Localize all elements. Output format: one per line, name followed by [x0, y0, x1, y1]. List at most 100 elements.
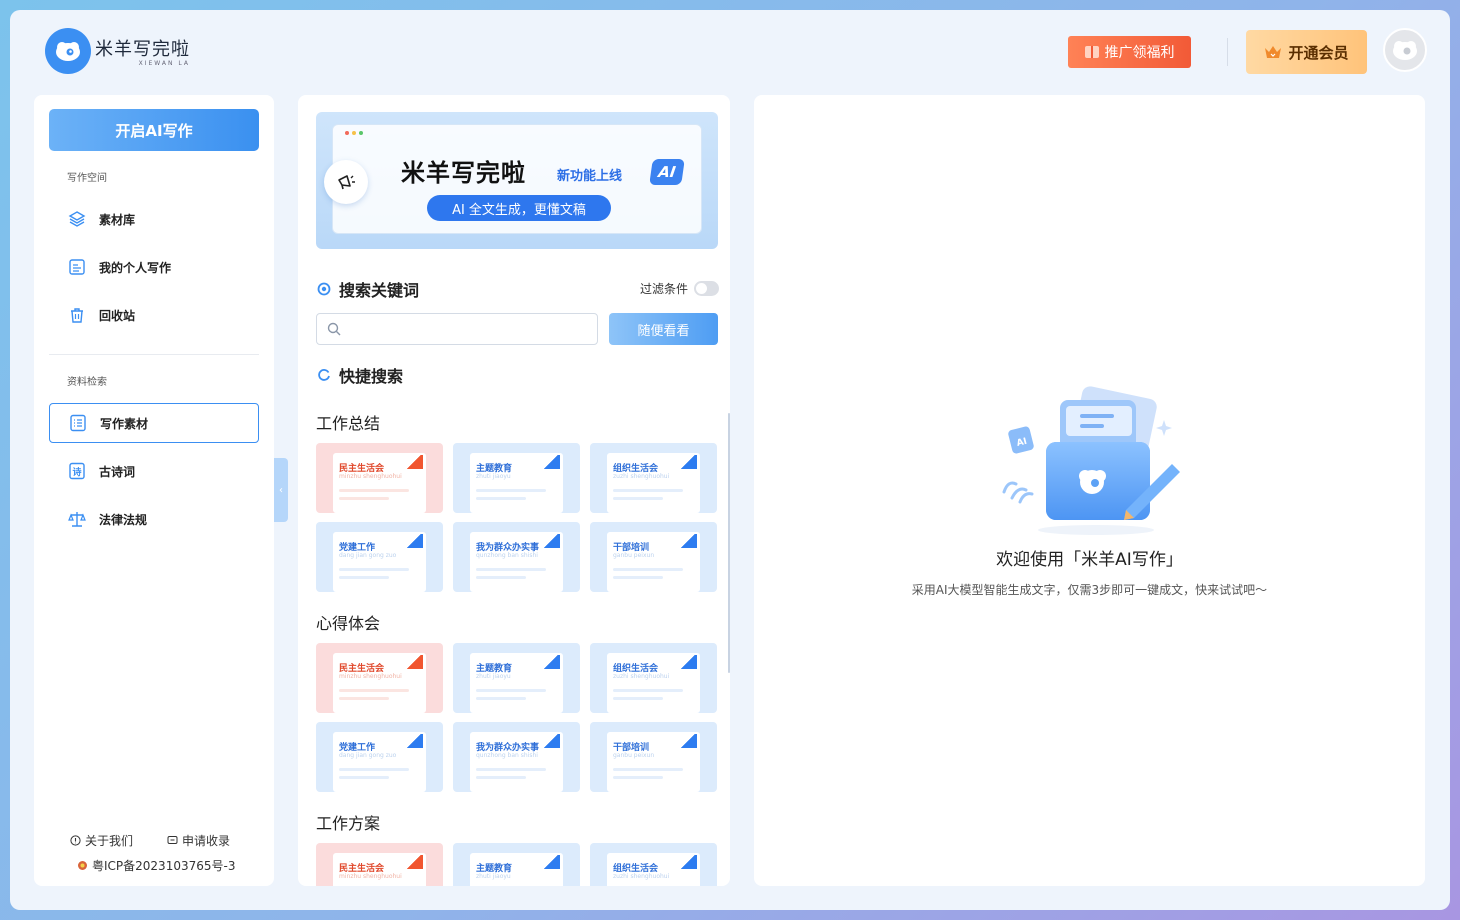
- card-line: [339, 776, 389, 779]
- sidebar-item-label: 回收站: [99, 308, 136, 323]
- logo-title: 米羊写完啦: [95, 39, 190, 60]
- apply-inclusion-label: 申请收录: [182, 834, 231, 848]
- card-pinyin: dang jian gong zuo: [339, 552, 397, 559]
- template-card[interactable]: 主题教育 zhuti jiaoyu: [453, 843, 580, 886]
- search-icon: [327, 322, 341, 336]
- card-line: [476, 568, 546, 571]
- template-card[interactable]: 我为群众办实事 qunzhong ban shishi: [453, 722, 580, 792]
- template-card[interactable]: 主题教育 zhuti jiaoyu: [453, 443, 580, 513]
- banner-new-feature: 新功能上线: [557, 169, 623, 184]
- template-card[interactable]: 组织生活会 zuzhi shenghuohui: [590, 843, 717, 886]
- start-ai-writing-button[interactable]: 开启AI写作: [49, 109, 259, 151]
- card-line: [339, 489, 409, 492]
- promo-button[interactable]: 推广领福利: [1068, 36, 1191, 68]
- search-keyword-heading: 搜索关键词: [317, 277, 419, 301]
- sidebar-item-label: 我的个人写作: [99, 260, 172, 275]
- sidebar-divider: [49, 354, 259, 355]
- header-divider: [1227, 38, 1228, 66]
- quick-search-title: 快捷搜索: [339, 367, 404, 386]
- welcome-subtitle: 采用AI大模型智能生成文字，仅需3步即可一键成文，快来试试吧～: [911, 583, 1268, 597]
- card-line: [339, 576, 389, 579]
- search-box[interactable]: [316, 313, 598, 345]
- folded-corner-icon: [544, 855, 560, 869]
- banner-window: 米羊写完啦 新功能上线 AI AI 全文生成，更懂文稿: [332, 124, 702, 234]
- scrollbar[interactable]: [728, 413, 730, 673]
- category-card-grid: 民主生活会 minzhu shenghuohui 主题教育 zhuti jiaoyu 组…: [316, 443, 717, 592]
- sidebar-item-label: 法律法规: [99, 512, 148, 527]
- card-pinyin: ganbu peixun: [613, 552, 655, 559]
- about-us-link[interactable]: 关于我们: [70, 832, 133, 849]
- folded-corner-icon: [544, 655, 560, 669]
- scale-icon: [68, 512, 86, 527]
- sidebar-item-label: 素材库: [99, 212, 136, 227]
- crown-icon: [1265, 46, 1282, 58]
- template-card[interactable]: 党建工作 dang jian gong zuo: [316, 522, 443, 592]
- template-card[interactable]: 我为群众办实事 qunzhong ban shishi: [453, 522, 580, 592]
- folded-corner-icon: [681, 734, 697, 748]
- filter-switch[interactable]: [694, 281, 720, 296]
- card-pinyin: minzhu shenghuohui: [339, 673, 402, 680]
- refresh-icon: [318, 369, 330, 381]
- filter-toggle[interactable]: 过滤条件: [640, 280, 720, 297]
- banner-pill: AI 全文生成，更懂文稿: [427, 195, 611, 221]
- template-card[interactable]: 干部培训 ganbu peixun: [590, 722, 717, 792]
- category-card-grid: 民主生活会 minzhu shenghuohui 主题教育 zhuti jiaoyu 组…: [316, 843, 717, 886]
- card-line: [613, 489, 683, 492]
- template-card[interactable]: 组织生活会 zuzhi shenghuohui: [590, 643, 717, 713]
- category-title: 心得体会: [316, 614, 381, 633]
- logo[interactable]: 米羊写完啦 XIEWAN LA: [45, 28, 190, 74]
- card-line: [476, 689, 546, 692]
- card-pinyin: zuzhi shenghuohui: [613, 473, 670, 480]
- vip-button[interactable]: 开通会员: [1246, 30, 1367, 74]
- about-us-label: 关于我们: [85, 834, 134, 848]
- template-card[interactable]: 干部培训 ganbu peixun: [590, 522, 717, 592]
- folded-corner-icon: [407, 455, 423, 469]
- card-pinyin: qunzhong ban shishi: [476, 552, 538, 559]
- card-line: [476, 497, 526, 500]
- card-pinyin: minzhu shenghuohui: [339, 873, 402, 880]
- sidebar-item-material-library[interactable]: 素材库: [49, 199, 259, 239]
- filter-label: 过滤条件: [640, 282, 689, 296]
- card-line: [613, 497, 663, 500]
- folded-corner-icon: [407, 855, 423, 869]
- template-card[interactable]: 党建工作 dang jian gong zuo: [316, 722, 443, 792]
- template-card[interactable]: 民主生活会 minzhu shenghuohui: [316, 843, 443, 886]
- card-line: [476, 697, 526, 700]
- sidebar-item-ancient-poems[interactable]: 诗 古诗词: [49, 451, 259, 491]
- vip-label: 开通会员: [1288, 43, 1349, 62]
- template-card[interactable]: 民主生活会 minzhu shenghuohui: [316, 643, 443, 713]
- search-input[interactable]: [347, 322, 597, 336]
- sidebar-item-laws[interactable]: 法律法规: [49, 499, 259, 539]
- card-pinyin: zuzhi shenghuohui: [613, 673, 670, 680]
- folded-corner-icon: [544, 734, 560, 748]
- window-dots: [345, 131, 363, 135]
- card-line: [476, 768, 546, 771]
- search-section-icon: [317, 282, 331, 296]
- sheep-logo-icon: [45, 28, 91, 74]
- card-line: [339, 497, 389, 500]
- apply-inclusion-link[interactable]: 申请收录: [167, 832, 230, 849]
- police-badge-icon: [78, 861, 87, 870]
- random-browse-button[interactable]: 随便看看: [609, 313, 718, 345]
- template-card[interactable]: 主题教育 zhuti jiaoyu: [453, 643, 580, 713]
- megaphone-icon: [324, 160, 368, 204]
- feature-banner[interactable]: 米羊写完啦 新功能上线 AI AI 全文生成，更懂文稿: [316, 112, 718, 249]
- card-pinyin: qunzhong ban shishi: [476, 752, 538, 759]
- sidebar-item-label: 写作素材: [100, 416, 149, 431]
- sidebar-item-recycle-bin[interactable]: 回收站: [49, 295, 259, 335]
- folded-corner-icon: [681, 455, 697, 469]
- sidebar-item-my-writing[interactable]: 我的个人写作: [49, 247, 259, 287]
- icp-record-link[interactable]: 粤ICP备2023103765号-3: [77, 857, 235, 874]
- document-icon: [69, 259, 85, 275]
- sidebar-collapse-handle[interactable]: ‹: [274, 458, 288, 522]
- user-avatar[interactable]: [1383, 28, 1427, 72]
- card-line: [476, 489, 546, 492]
- sheep-avatar-icon: [1393, 41, 1417, 60]
- template-card[interactable]: 组织生活会 zuzhi shenghuohui: [590, 443, 717, 513]
- chevron-left-icon: ‹: [279, 484, 283, 496]
- category-card-grid: 民主生活会 minzhu shenghuohui 主题教育 zhuti jiaoyu 组…: [316, 643, 717, 792]
- card-line: [613, 776, 663, 779]
- sidebar-item-label: 古诗词: [99, 464, 136, 479]
- template-card[interactable]: 民主生活会 minzhu shenghuohui: [316, 443, 443, 513]
- sidebar-item-writing-material[interactable]: 写作素材: [49, 403, 259, 443]
